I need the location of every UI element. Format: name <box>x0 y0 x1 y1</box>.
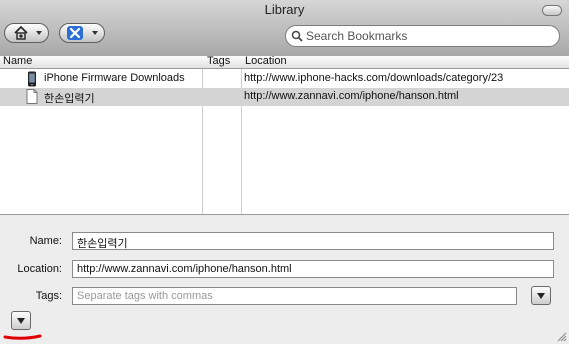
iphone-icon <box>28 71 36 87</box>
window-title: Library <box>264 2 305 17</box>
chevron-down-icon <box>36 31 42 35</box>
bookmark-details-pane: Name: 한손입력기 Location: http://www.zannavi… <box>0 214 569 344</box>
column-header-tags[interactable]: Tags <box>207 55 230 67</box>
toolbar-toggle-button[interactable] <box>542 5 562 16</box>
table-row[interactable]: 한손입력기 http://www.zannavi.com/iphone/hans… <box>0 88 569 106</box>
red-underline-annotation <box>3 334 42 340</box>
row-location: http://www.zannavi.com/iphone/hanson.htm… <box>244 90 459 102</box>
bookmarks-table[interactable]: Name Tags Location iPhone Firmware Downl… <box>0 55 569 214</box>
location-label: Location: <box>17 263 62 275</box>
tags-field[interactable]: Separate tags with commas <box>72 287 517 305</box>
triangle-down-icon <box>17 318 25 324</box>
row-location: http://www.iphone-hacks.com/downloads/ca… <box>244 72 504 84</box>
table-header: Name Tags Location <box>0 55 569 69</box>
organize-menu-button[interactable] <box>4 23 49 43</box>
name-label: Name: <box>29 235 62 247</box>
row-name: iPhone Firmware Downloads <box>44 72 185 84</box>
table-row[interactable]: iPhone Firmware Downloads http://www.iph… <box>0 70 569 88</box>
location-field[interactable]: http://www.zannavi.com/iphone/hanson.htm… <box>72 260 554 278</box>
row-name: 한손입력기 <box>44 93 95 105</box>
chevron-down-icon <box>92 31 98 35</box>
column-header-location[interactable]: Location <box>245 55 287 67</box>
tags-dropdown-button[interactable] <box>531 286 551 305</box>
search-icon <box>291 30 303 42</box>
column-header-name[interactable]: Name <box>3 55 32 67</box>
house-gear-icon <box>14 25 28 40</box>
resize-grip-icon[interactable] <box>556 331 567 342</box>
name-field[interactable]: 한손입력기 <box>72 232 554 250</box>
search-placeholder: Search Bookmarks <box>306 29 408 43</box>
tags-label: Tags: <box>35 290 62 302</box>
window-titlebar: Library Search Bookmarks <box>0 0 569 57</box>
triangle-down-icon <box>537 293 545 299</box>
more-details-button[interactable] <box>11 311 31 330</box>
page-icon <box>26 89 38 104</box>
sparkle-icon <box>67 26 83 40</box>
search-field[interactable]: Search Bookmarks <box>285 25 560 47</box>
view-menu-button[interactable] <box>59 23 105 43</box>
